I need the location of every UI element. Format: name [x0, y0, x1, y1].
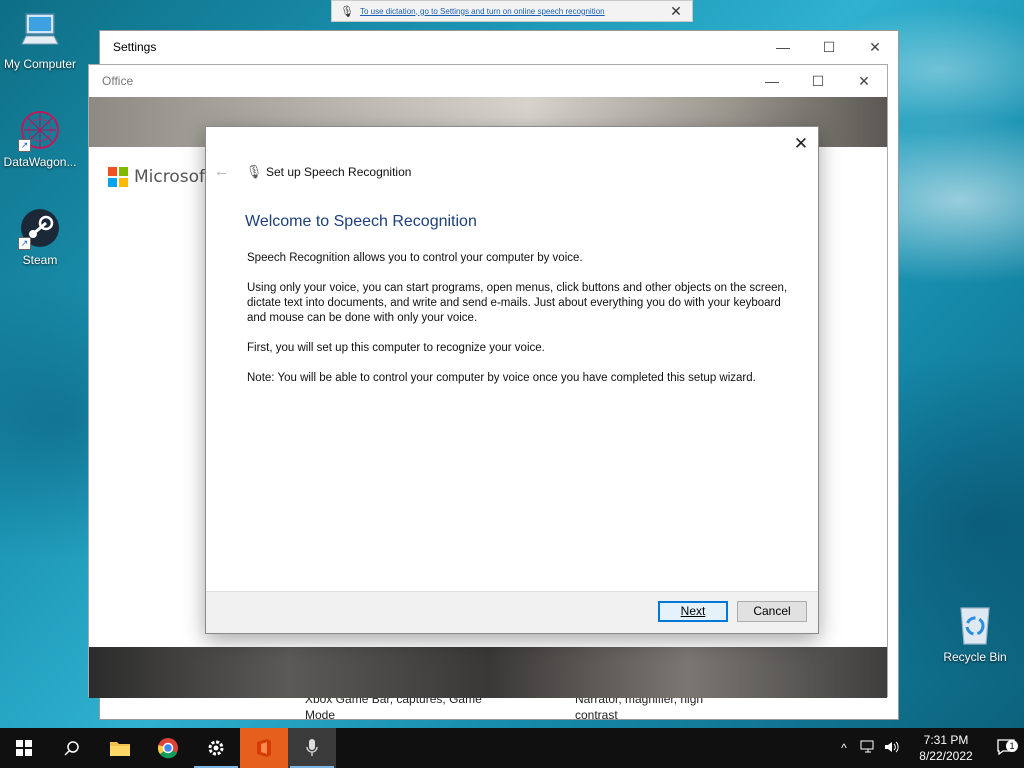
window-title: Settings — [113, 40, 157, 54]
clock-time: 7:31 PM — [923, 733, 969, 747]
microphone-icon: 🎙 — [245, 163, 263, 179]
wizard-title: Set up Speech Recognition — [266, 164, 412, 179]
desktop-icon-label: DataWagon... — [3, 155, 77, 169]
window-title: Office — [102, 74, 134, 88]
search-button[interactable] — [48, 728, 96, 768]
chrome-button[interactable] — [144, 728, 192, 768]
shortcut-arrow-icon: ↗ — [18, 237, 31, 250]
wizard-footer: Next Cancel — [206, 591, 818, 633]
desktop-icon-label: Steam — [22, 253, 58, 267]
desktop-icon-label: Recycle Bin — [943, 650, 1007, 664]
dictation-banner: 🎙 To use dictation, go to Settings and t… — [331, 0, 693, 22]
desktop-icon-my-computer[interactable]: My Computer — [0, 10, 80, 71]
close-button[interactable]: ✕ — [790, 133, 812, 155]
office-taskbar-button[interactable] — [240, 728, 288, 768]
chrome-icon — [158, 738, 178, 759]
microsoft-grid-icon — [108, 167, 128, 187]
computer-icon — [18, 10, 62, 54]
taskbar: ^ 7:31 PM 8/22/2022 1 — [0, 728, 1024, 768]
close-button[interactable]: ✕ — [852, 31, 898, 63]
system-tray: ^ 7:31 PM 8/22/2022 1 — [832, 728, 1024, 768]
office-titlebar[interactable]: Office — ☐ ✕ — [89, 65, 887, 97]
maximize-button[interactable]: ☐ — [806, 31, 852, 63]
speech-recognition-wizard: ✕ ← 🎙 Set up Speech Recognition Welcome … — [205, 126, 819, 634]
cancel-button[interactable]: Cancel — [737, 601, 807, 622]
close-icon[interactable]: ✕ — [668, 3, 684, 20]
next-button-label: Next — [680, 604, 706, 618]
wizard-paragraph: Using only your voice, you can start pro… — [247, 282, 788, 324]
clock-date: 8/22/2022 — [919, 749, 973, 763]
gear-icon — [208, 740, 224, 756]
network-icon[interactable] — [856, 740, 880, 757]
recycle-bin-icon — [955, 602, 995, 646]
shortcut-arrow-icon: ↗ — [18, 139, 31, 152]
wizard-paragraph: Speech Recognition allows you to control… — [247, 252, 583, 264]
start-button[interactable] — [0, 728, 48, 768]
file-explorer-button[interactable] — [96, 728, 144, 768]
wizard-body: Speech Recognition allows you to control… — [247, 251, 803, 401]
desktop-icon-label: My Computer — [3, 57, 77, 71]
desktop-icon-recycle-bin[interactable]: Recycle Bin — [940, 602, 1010, 664]
tray-overflow-chevron-icon[interactable]: ^ — [832, 741, 856, 755]
settings-titlebar[interactable]: Settings — ☐ ✕ — [100, 31, 898, 63]
clock[interactable]: 7:31 PM 8/22/2022 — [910, 732, 982, 764]
desktop-icon-steam[interactable]: ↗ Steam — [0, 206, 80, 267]
dictation-settings-link[interactable]: To use dictation, go to Settings and tur… — [360, 7, 668, 16]
wizard-paragraph: Note: You will be able to control your c… — [247, 372, 756, 384]
back-arrow-icon[interactable]: ← — [214, 163, 234, 180]
folder-icon — [110, 742, 130, 756]
datawagon-icon: ↗ — [18, 108, 62, 152]
office-footer-image — [89, 647, 887, 698]
microphone-icon — [306, 739, 318, 756]
action-center-button[interactable]: 1 — [988, 738, 1024, 758]
notification-count-badge: 1 — [1006, 739, 1018, 752]
wizard-heading: Welcome to Speech Recognition — [245, 213, 477, 230]
office-icon — [257, 739, 271, 757]
minimize-button[interactable]: — — [760, 31, 806, 63]
wizard-header: ← 🎙 Set up Speech Recognition — [214, 163, 411, 180]
windows-start-icon — [16, 740, 32, 756]
microsoft-logo: Microsoft — [108, 167, 211, 187]
minimize-button[interactable]: — — [749, 65, 795, 97]
volume-icon[interactable] — [880, 740, 904, 757]
microsoft-wordmark: Microsoft — [134, 167, 212, 187]
search-icon — [64, 741, 79, 756]
maximize-button[interactable]: ☐ — [795, 65, 841, 97]
settings-taskbar-button[interactable] — [192, 728, 240, 768]
wizard-paragraph: First, you will set up this computer to … — [247, 342, 545, 354]
close-button[interactable]: ✕ — [841, 65, 887, 97]
next-button[interactable]: Next — [658, 601, 728, 622]
speech-recognition-taskbar-button[interactable] — [288, 728, 336, 768]
microphone-icon: 🎙 — [340, 5, 354, 18]
desktop-icon-datawagon[interactable]: ↗ DataWagon... — [0, 108, 80, 169]
steam-icon: ↗ — [18, 206, 62, 250]
